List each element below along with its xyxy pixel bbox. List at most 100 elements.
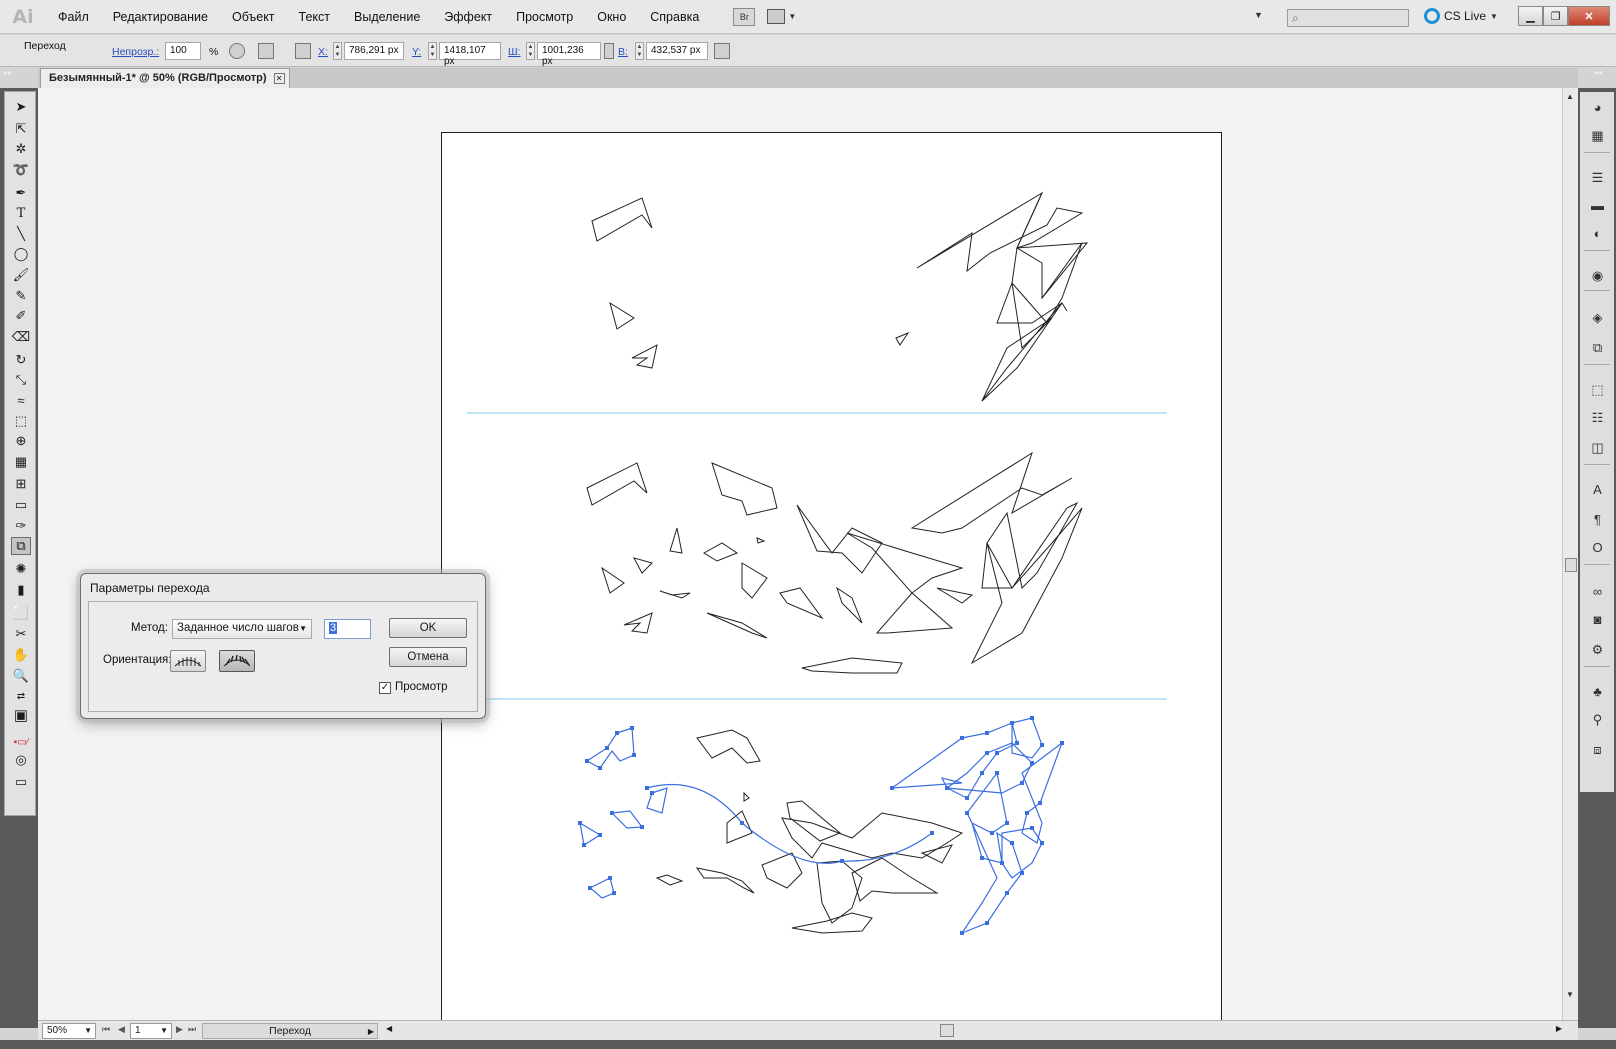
character-icon[interactable]: A: [1589, 482, 1606, 497]
ellipse-tool-icon[interactable]: ◯: [11, 245, 31, 263]
align-icon[interactable]: ☷: [1589, 410, 1606, 425]
ok-button[interactable]: OK: [389, 618, 467, 638]
menu-edit[interactable]: Редактирование: [101, 0, 220, 34]
layers-icon[interactable]: ◈: [1589, 310, 1606, 325]
next-artboard-icon[interactable]: ▶: [176, 1024, 183, 1035]
paragraph-icon[interactable]: ¶: [1589, 512, 1606, 527]
gradient-tool-icon[interactable]: ▭: [11, 496, 31, 514]
preview-checkbox[interactable]: ✓: [379, 682, 391, 694]
menu-select[interactable]: Выделение: [342, 0, 432, 34]
color-guide-icon[interactable]: ◕: [1589, 100, 1606, 115]
paintbrush-tool-icon[interactable]: 🖌: [11, 266, 31, 284]
canvas-area[interactable]: [38, 88, 1562, 1020]
warp-tool-icon[interactable]: ≈: [11, 391, 31, 409]
slice-tool-icon[interactable]: ✂: [11, 625, 31, 643]
graphic-styles-icon[interactable]: ◙: [1589, 612, 1606, 627]
default-colors-icon[interactable]: ⇄: [11, 687, 31, 705]
blend-tool-icon[interactable]: ⧉: [11, 537, 31, 555]
horizontal-scrollbar[interactable]: ◀ ▶: [386, 1024, 1562, 1038]
perspective-grid-tool-icon[interactable]: ▦: [11, 453, 31, 471]
height-stepper[interactable]: ▲ ▼: [635, 42, 644, 60]
opacity-link[interactable]: Непрозр.:: [112, 46, 159, 58]
blob-brush-tool-icon[interactable]: ✐: [11, 307, 31, 325]
y-stepper[interactable]: ▲ ▼: [428, 42, 437, 60]
y-field[interactable]: 1418,107 px: [439, 42, 501, 67]
height-link[interactable]: В:: [618, 46, 628, 58]
x-field[interactable]: 786,291 px: [344, 42, 404, 60]
first-artboard-icon[interactable]: ⏮: [102, 1024, 110, 1035]
links-icon[interactable]: ∞: [1589, 584, 1606, 599]
menu-help[interactable]: Справка: [638, 0, 711, 34]
screen-mode-icon[interactable]: ▭: [11, 773, 31, 791]
y-link[interactable]: Y:: [412, 46, 421, 58]
bridge-button[interactable]: Br: [733, 7, 756, 26]
transparency-icon[interactable]: ◐: [1589, 226, 1606, 241]
document-tab[interactable]: Безымянный-1* @ 50% (RGB/Просмотр) ✕: [40, 68, 290, 88]
swatches-icon[interactable]: ▦: [1589, 128, 1606, 143]
free-transform-tool-icon[interactable]: ⬚: [11, 412, 31, 430]
width-link[interactable]: Ш:: [508, 46, 521, 58]
column-graph-tool-icon[interactable]: ▮: [11, 581, 31, 599]
align-to-page-button[interactable]: [170, 650, 206, 672]
style-icon[interactable]: [229, 43, 245, 59]
gradient-icon[interactable]: ▬: [1589, 198, 1606, 213]
zoom-select[interactable]: 50% ▼: [42, 1023, 96, 1039]
eraser-tool-icon[interactable]: ⌫: [11, 328, 31, 346]
direct-selection-tool-icon[interactable]: ⇱: [11, 120, 31, 138]
appearance-icon[interactable]: ◉: [1589, 268, 1606, 283]
close-tab-icon[interactable]: ✕: [273, 73, 285, 84]
constrain-proportions-icon[interactable]: [604, 43, 614, 59]
mesh-tool-icon[interactable]: ⊞: [11, 475, 31, 493]
brushes-icon[interactable]: ⚙: [1589, 642, 1606, 657]
artboard-tool-icon[interactable]: ⬜: [11, 604, 31, 622]
workspace-dropdown[interactable]: ▼: [1254, 10, 1263, 20]
x-stepper[interactable]: ▲ ▼: [333, 42, 342, 60]
vertical-scrollbar[interactable]: ▲ ▼: [1562, 88, 1578, 1020]
magic-wand-tool-icon[interactable]: ✲: [11, 140, 31, 158]
pen-tool-icon[interactable]: ✒: [11, 184, 31, 202]
recolor-icon[interactable]: [258, 43, 274, 59]
scroll-up-icon[interactable]: ▲: [1566, 92, 1574, 101]
method-select[interactable]: Заданное число шагов ▼: [172, 619, 312, 639]
pencil-tool-icon[interactable]: ✎: [11, 287, 31, 305]
horizontal-scroll-thumb[interactable]: [940, 1024, 954, 1037]
cancel-button[interactable]: Отмена: [389, 647, 467, 667]
drawing-mode-icon[interactable]: ◎: [11, 751, 31, 769]
transform-options-icon[interactable]: [714, 43, 730, 59]
opentype-icon[interactable]: O: [1589, 540, 1606, 555]
artboard-number-select[interactable]: 1 ▼: [130, 1023, 172, 1039]
scroll-right-icon[interactable]: ▶: [1556, 1024, 1562, 1033]
arrange-documents-button[interactable]: ▼: [767, 8, 801, 26]
width-field[interactable]: 1001,236 px: [537, 42, 601, 67]
rotate-tool-icon[interactable]: ↻: [11, 351, 31, 369]
opacity-field[interactable]: 100: [165, 42, 201, 60]
symbols-icon[interactable]: ♣: [1589, 684, 1606, 699]
vertical-scroll-thumb[interactable]: [1565, 558, 1577, 572]
navigator-icon[interactable]: ⚲: [1589, 712, 1606, 727]
shape-builder-tool-icon[interactable]: ⊕: [11, 432, 31, 450]
eyedropper-tool-icon[interactable]: ✑: [11, 517, 31, 535]
pathfinder-icon[interactable]: ◫: [1589, 440, 1606, 455]
collapse-panels-icon[interactable]: ◂◂: [1594, 68, 1602, 77]
x-link[interactable]: X:: [318, 46, 328, 58]
transform-icon[interactable]: ⬚: [1589, 382, 1606, 397]
stroke-icon[interactable]: ☰: [1589, 170, 1606, 185]
menu-window[interactable]: Окно: [585, 0, 638, 34]
align-to-path-button[interactable]: [219, 650, 255, 672]
lasso-tool-icon[interactable]: ➰: [11, 161, 31, 179]
steps-field[interactable]: 3: [324, 619, 371, 639]
artboards-icon[interactable]: ⧉: [1589, 340, 1606, 355]
info-icon[interactable]: ⧈: [1589, 742, 1606, 757]
symbol-sprayer-tool-icon[interactable]: ✺: [11, 560, 31, 578]
scroll-down-icon[interactable]: ▼: [1566, 990, 1574, 999]
scroll-left-icon[interactable]: ◀: [386, 1024, 392, 1033]
status-menu[interactable]: Переход ▶: [202, 1023, 378, 1039]
artboard[interactable]: [441, 132, 1222, 1020]
last-artboard-icon[interactable]: ⏭: [188, 1024, 196, 1035]
search-input[interactable]: ⌕: [1287, 9, 1409, 27]
color-mode-icon[interactable]: ▪▭⁄: [11, 733, 31, 751]
menu-type[interactable]: Текст: [287, 0, 342, 34]
menu-effect[interactable]: Эффект: [432, 0, 504, 34]
width-stepper[interactable]: ▲ ▼: [526, 42, 535, 60]
fill-stroke-icon[interactable]: ▣: [11, 706, 31, 724]
